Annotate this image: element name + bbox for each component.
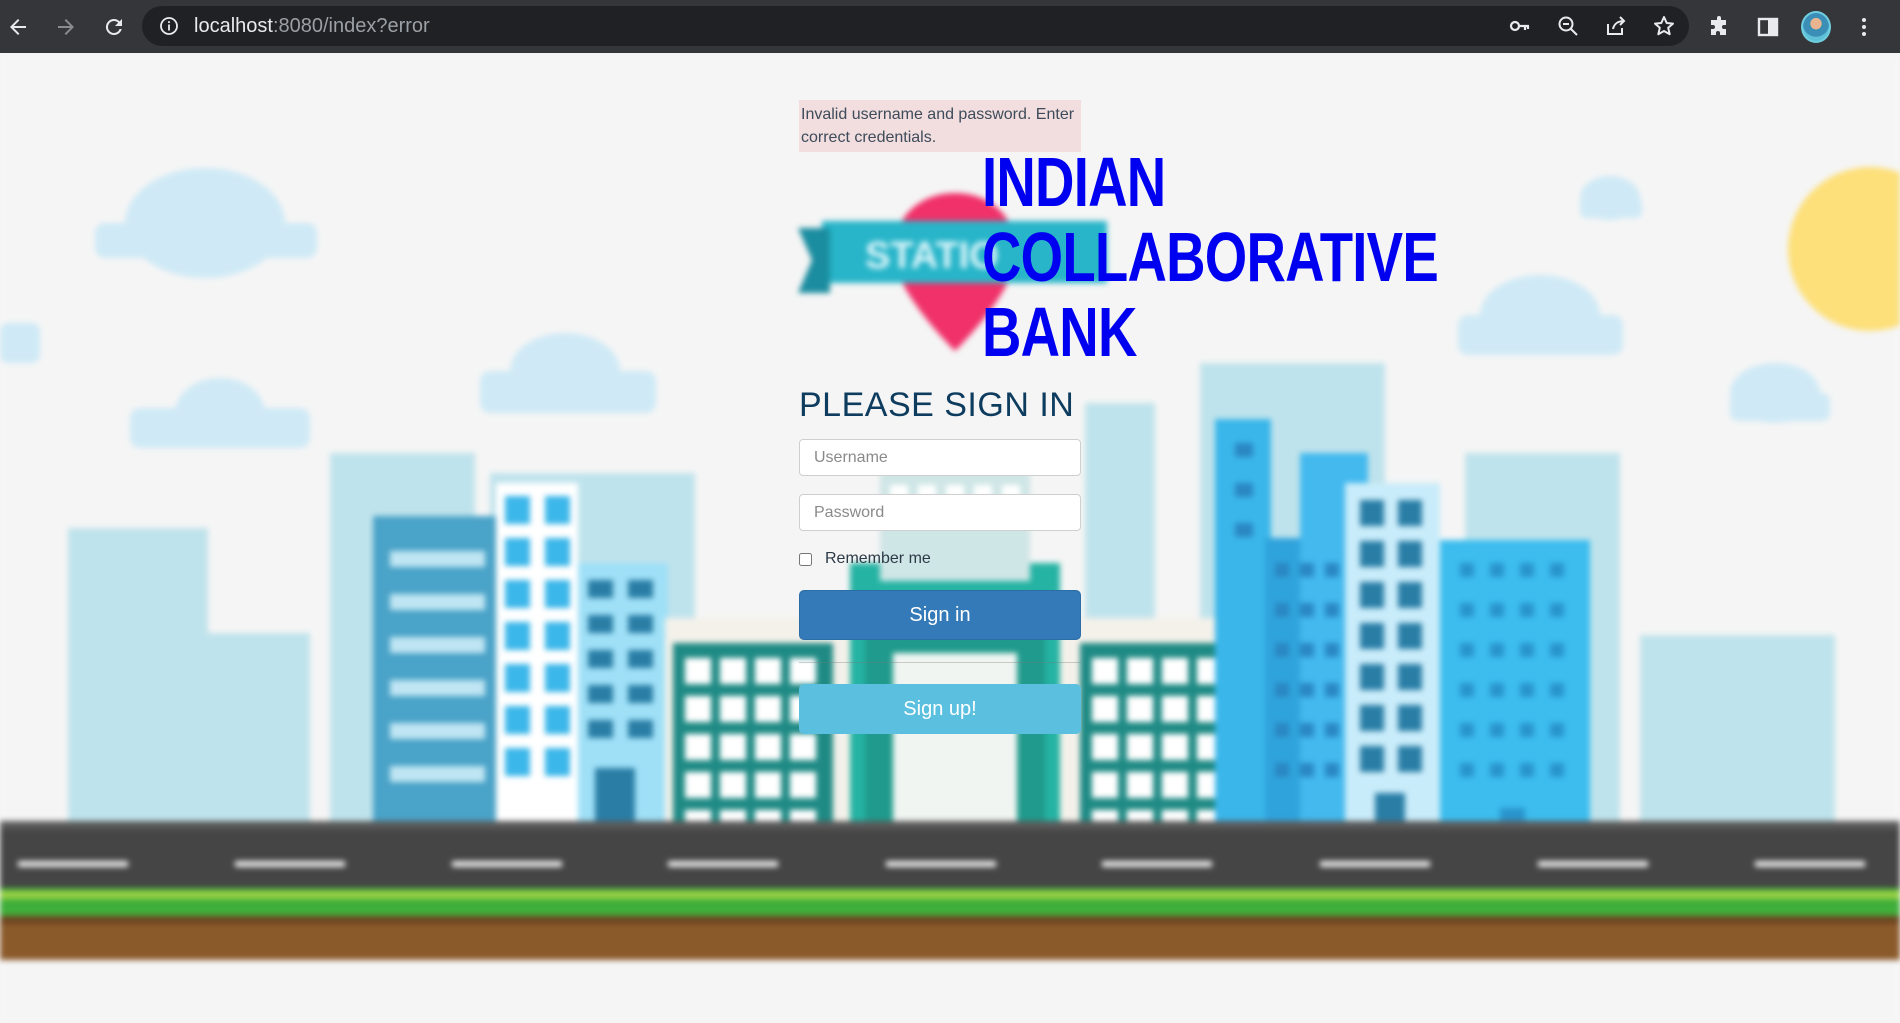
bank-title-line: COLLABORATIVE — [982, 218, 1439, 296]
bank-title-line: BANK — [982, 293, 1137, 371]
station-sign-text: STATIO — [865, 235, 999, 277]
side-panel-icon[interactable] — [1753, 12, 1783, 42]
signin-heading: PLEASE SIGN IN — [799, 386, 1075, 424]
avatar[interactable] — [1801, 10, 1831, 43]
signin-button[interactable]: Sign in — [799, 590, 1081, 640]
back-icon[interactable] — [0, 9, 36, 45]
extensions-icon[interactable] — [1705, 12, 1735, 42]
reload-icon[interactable] — [96, 9, 132, 45]
key-icon[interactable] — [1507, 13, 1533, 39]
browser-toolbar: localhost:8080/index?error — [0, 0, 1900, 53]
remember-me-label: Remember me — [825, 550, 931, 567]
share-icon[interactable] — [1603, 13, 1629, 39]
bank-title-line: INDIAN — [982, 143, 1166, 221]
site-info-icon[interactable] — [158, 15, 180, 37]
star-icon[interactable] — [1651, 13, 1677, 39]
zoom-icon[interactable] — [1555, 13, 1581, 39]
page-viewport: STATIO Invalid username and password. En… — [0, 53, 1900, 1023]
menu-icon[interactable] — [1849, 12, 1879, 42]
username-input[interactable] — [799, 439, 1081, 476]
password-input[interactable] — [799, 494, 1081, 531]
url-path: :8080/index?error — [272, 14, 430, 37]
divider — [799, 662, 1081, 663]
forward-icon[interactable] — [48, 9, 84, 45]
remember-me[interactable]: Remember me — [799, 550, 931, 568]
signup-button[interactable]: Sign up! — [799, 684, 1081, 734]
city-background-illustration: STATIO — [0, 53, 1900, 1023]
bank-title: INDIAN COLLABORATIVE BANK — [982, 143, 1439, 371]
address-bar[interactable]: localhost:8080/index?error — [142, 6, 1689, 46]
remember-me-checkbox[interactable] — [799, 552, 812, 566]
url-host: localhost — [194, 14, 273, 37]
